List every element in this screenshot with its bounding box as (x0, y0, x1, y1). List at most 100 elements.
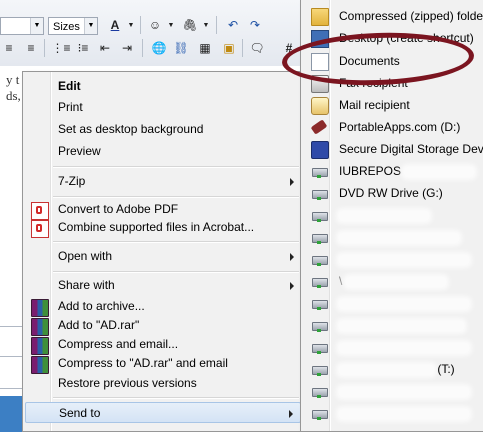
send-to-network-drive[interactable] (303, 204, 483, 226)
submenu-arrow-icon (289, 410, 293, 418)
font-name-combo[interactable]: ▼ (0, 17, 44, 35)
menu-item-open-with[interactable]: Open with (25, 246, 301, 267)
context-menu: Edit Print Set as desktop background Pre… (22, 71, 303, 432)
send-to-mail-recipient[interactable]: Mail recipient (303, 94, 483, 116)
chevron-down-icon: ▼ (30, 18, 43, 34)
send-to-network-drive[interactable] (303, 226, 483, 248)
menu-item-compress-to-ad-rar-email[interactable]: Compress to "AD.rar" and email (25, 353, 301, 374)
send-to-network-drive[interactable] (303, 336, 483, 358)
toolbar-separator (216, 16, 217, 34)
send-to-label: DVD RW Drive (G:) (339, 186, 443, 200)
acrobat-combine-icon (31, 220, 49, 238)
redacted-text (339, 232, 459, 243)
network-drive-icon (311, 207, 328, 223)
menu-item-label: Restore previous versions (58, 376, 197, 390)
image-icon[interactable]: ▣ (220, 39, 238, 57)
menu-item-print[interactable]: Print (25, 97, 301, 118)
menu-item-label: Open with (58, 249, 113, 263)
menu-item-compress-and-email[interactable]: Compress and email... (25, 334, 301, 355)
send-to-network-drive[interactable] (303, 314, 483, 336)
send-to-network-drive[interactable] (303, 292, 483, 314)
usb-drive-icon (310, 119, 328, 135)
menu-item-share-with[interactable]: Share with (25, 275, 301, 296)
menu-item-label: Share with (58, 278, 115, 292)
menu-item-send-to[interactable]: Send to (25, 402, 301, 423)
align-center-icon[interactable]: ≡ (0, 39, 18, 57)
redacted-text (339, 320, 464, 331)
undo-icon[interactable]: ↶ (224, 16, 242, 34)
redacted-text (339, 364, 434, 375)
send-to-network-drive[interactable] (303, 402, 483, 424)
menu-item-set-desktop-background[interactable]: Set as desktop background (25, 119, 301, 140)
menu-item-add-to-archive[interactable]: Add to archive... (25, 296, 301, 317)
table-icon[interactable]: ▦ (196, 39, 214, 57)
redacted-text (339, 386, 469, 397)
menu-item-label: Set as desktop background (58, 122, 204, 136)
send-to-network-drive[interactable] (303, 380, 483, 402)
network-drive-icon (311, 273, 328, 289)
chevron-down-icon[interactable]: ▼ (197, 16, 215, 34)
menu-separator (53, 271, 299, 273)
redacted-text (339, 254, 469, 265)
send-to-dvd-drive[interactable]: DVD RW Drive (G:) (303, 182, 483, 204)
send-to-network-drive-t[interactable]: (T:) (303, 358, 483, 380)
menu-item-combine-in-acrobat[interactable]: Combine supported files in Acrobat... (25, 217, 301, 238)
menu-item-preview[interactable]: Preview (25, 141, 301, 162)
menu-item-restore-previous-versions[interactable]: Restore previous versions (25, 373, 301, 394)
menu-item-7zip[interactable]: 7-Zip (25, 171, 301, 192)
redo-icon[interactable]: ↷ (246, 16, 264, 34)
hyperlink-icon[interactable]: 🌐 (150, 39, 168, 57)
chevron-down-icon[interactable]: ▼ (122, 16, 140, 34)
redacted-text (339, 342, 469, 353)
chevron-down-icon: ▼ (84, 18, 97, 34)
outdent-icon[interactable]: ⇤ (96, 39, 114, 57)
send-to-label: Mail recipient (339, 98, 410, 112)
redacted-text (404, 166, 475, 177)
menu-item-label: Send to (59, 406, 101, 420)
network-drive-icon (311, 295, 328, 311)
network-drive-icon (311, 229, 328, 245)
toolbar-separator (44, 39, 45, 57)
menu-item-label: Edit (58, 79, 81, 93)
menu-item-label: 7-Zip (58, 174, 86, 188)
dvd-drive-icon (311, 185, 328, 201)
send-to-network-drive[interactable] (303, 248, 483, 270)
toolbar-separator (142, 39, 143, 57)
network-drive-icon (311, 405, 328, 421)
menu-item-add-to-ad-rar[interactable]: Add to "AD.rar" (25, 315, 301, 336)
network-drive-icon (311, 317, 328, 333)
sd-card-icon (311, 141, 329, 159)
align-right-icon[interactable]: ≡ (22, 39, 40, 57)
font-size-label: Sizes (53, 21, 80, 33)
submenu-arrow-icon (290, 282, 294, 290)
send-to-portableapps-drive[interactable]: PortableApps.com (D:) (303, 116, 483, 138)
toolbar-separator (140, 16, 141, 34)
send-to-label: \ (339, 274, 343, 288)
menu-separator (53, 196, 299, 198)
menu-item-label: Add to "AD.rar" (58, 318, 140, 332)
indent-icon[interactable]: ⇥ (118, 39, 136, 57)
numbered-list-icon[interactable]: ⋮≡ (52, 39, 71, 57)
menu-separator (53, 166, 299, 168)
send-to-sd-card[interactable]: Secure Digital Storage Device (303, 138, 483, 160)
menu-item-label: Add to archive... (58, 299, 145, 313)
redacted-text (345, 276, 446, 287)
menu-item-label: Print (58, 100, 83, 114)
zip-folder-icon (311, 8, 329, 26)
unlink-icon[interactable]: ⛓ (172, 39, 190, 57)
font-size-combo[interactable]: Sizes ▼ (48, 17, 98, 35)
send-to-label: Compressed (zipped) folder (339, 9, 483, 23)
send-to-iubrepos[interactable]: IUBREPOS (303, 160, 483, 182)
bullet-list-icon[interactable]: ⁝≡ (74, 39, 92, 57)
menu-item-label: Preview (58, 144, 101, 158)
network-drive-icon (311, 361, 328, 377)
send-to-compressed-folder[interactable]: Compressed (zipped) folder (303, 5, 483, 27)
send-to-network-drive[interactable]: \ (303, 270, 483, 292)
submenu-arrow-icon (290, 253, 294, 261)
winrar-icon (31, 356, 49, 374)
network-drive-icon (311, 163, 328, 179)
network-drive-icon (311, 339, 328, 355)
chevron-down-icon[interactable]: ▼ (162, 16, 180, 34)
menu-item-edit[interactable]: Edit (25, 76, 301, 97)
comment-icon[interactable]: 🗨 (248, 39, 266, 57)
